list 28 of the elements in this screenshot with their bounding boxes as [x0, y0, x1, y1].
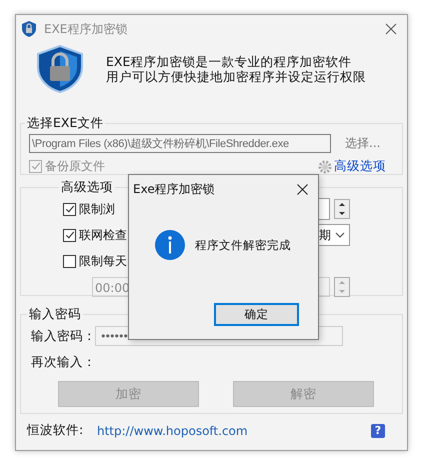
chevron-icon — [335, 232, 345, 238]
group-title: 高级选项 — [60, 179, 114, 196]
shield-icon — [22, 21, 36, 37]
spin-buttons[interactable] — [334, 199, 350, 219]
field-label: 再次输入： — [31, 354, 95, 370]
option-checkbox[interactable]: 限制浏 — [63, 200, 115, 218]
help-button[interactable]: ? — [371, 424, 385, 438]
group-title: 选择EXE文件 — [26, 115, 104, 132]
advanced-options-link[interactable]: 高级选项 — [334, 158, 386, 175]
browse-button[interactable]: 选择... — [345, 135, 380, 152]
ok-button[interactable]: 确定 — [214, 303, 299, 326]
website-link[interactable]: http://www.hoposoft.com — [97, 424, 248, 438]
company-label: 恒波软件: — [27, 422, 84, 439]
description-text: EXE程序加密锁是一款专业的程序加密软件 — [106, 54, 352, 69]
group-title: 输入密码 — [28, 306, 82, 323]
dialog-title: Exe程序加密锁 — [133, 180, 215, 198]
close-icon[interactable] — [297, 184, 308, 194]
path-field[interactable]: \Program Files (x86)\超级文件粉碎机\FileShredder.exe — [29, 134, 331, 153]
option-checkbox[interactable]: 限制每天 — [63, 252, 127, 270]
close-icon[interactable] — [385, 23, 397, 35]
window-title: EXE程序加密锁 — [44, 20, 128, 38]
dialog-message: 程序文件解密完成 — [195, 238, 291, 252]
option-checkbox[interactable]: 联网检查 — [63, 226, 127, 244]
shield-lock-icon — [36, 45, 84, 93]
info-icon — [155, 230, 185, 260]
field-label: 输入密码： — [31, 328, 95, 344]
gear-icon — [318, 160, 332, 174]
description-text: 用户可以方便快捷地加密程序并设定运行权限 — [106, 69, 366, 84]
